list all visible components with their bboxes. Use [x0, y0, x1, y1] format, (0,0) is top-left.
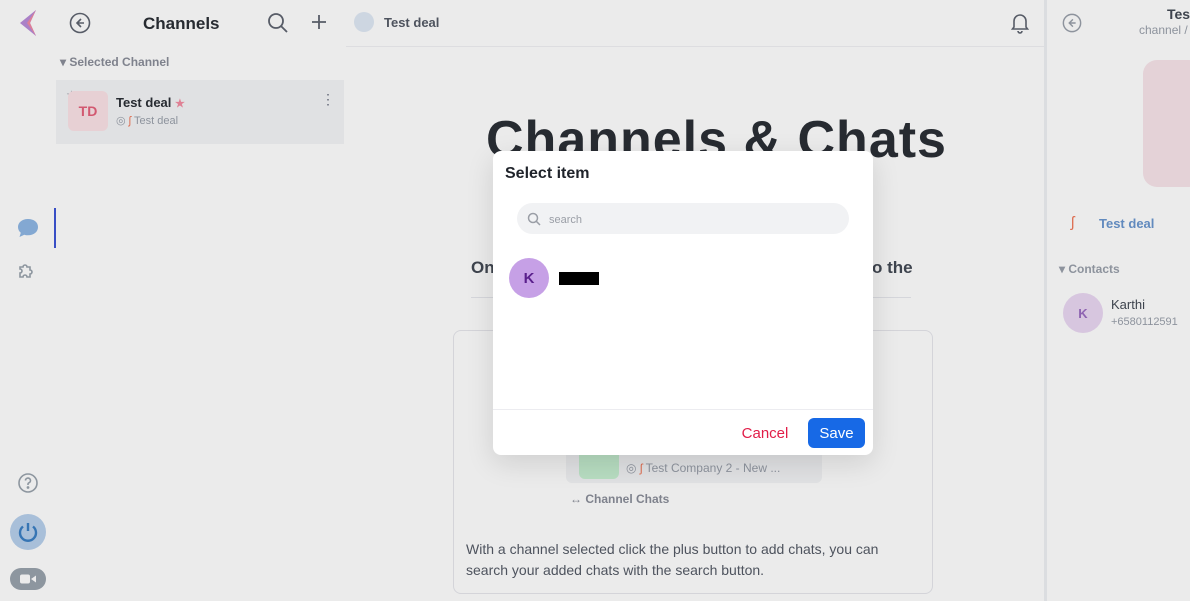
cancel-button[interactable]: Cancel — [733, 421, 797, 445]
list-item[interactable]: K — [493, 251, 873, 305]
search-icon — [527, 212, 541, 226]
search-input[interactable] — [547, 203, 841, 236]
dialog-footer: Cancel Save — [493, 409, 873, 455]
search-box — [517, 203, 849, 236]
select-item-dialog: Select item K Cancel Save — [493, 151, 873, 455]
save-button[interactable]: Save — [808, 418, 865, 448]
item-avatar: K — [509, 258, 549, 298]
redacted-name — [559, 272, 599, 285]
dialog-title: Select item — [505, 165, 590, 182]
